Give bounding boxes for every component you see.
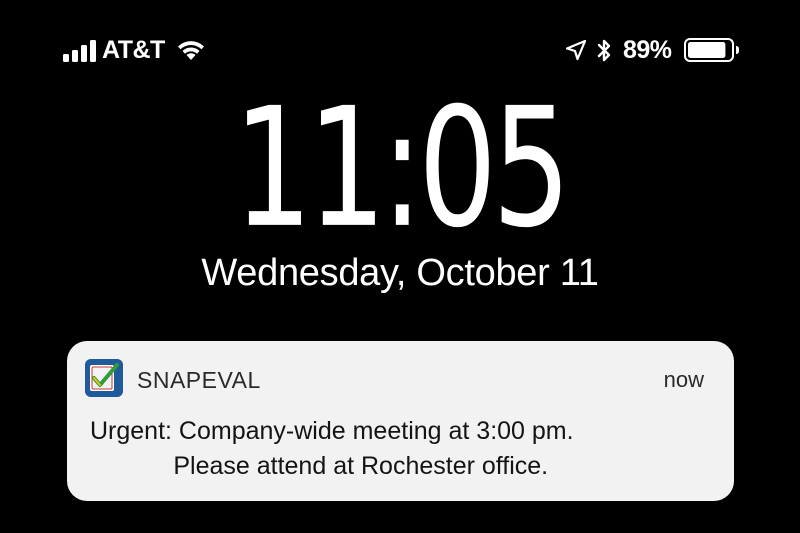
wifi-icon [178,41,204,60]
lock-screen-clock: 11:05 [0,71,800,265]
carrier-name: AT&T [102,36,165,64]
notification-body-line-1: Urgent: Company-wide meeting at 3:00 pm. [90,417,574,445]
notification-body-line-2: Please attend at Rochester office. [90,452,549,480]
notification-body: Urgent: Company-wide meeting at 3:00 pm.… [90,414,574,484]
bluetooth-icon [597,39,611,62]
snapeval-checkmark-icon [85,359,123,397]
signal-icon [63,40,96,62]
battery-icon [684,38,739,62]
battery-percentage: 89% [623,36,672,64]
lock-screen-date: Wednesday, October 11 [201,252,599,294]
notification-app-name: SNAPEVAL [137,367,261,393]
location-arrow-icon [566,40,586,60]
notification-banner[interactable]: SNAPEVAL now Urgent: Company-wide meetin… [67,341,734,501]
clock-time: 11:05 [233,71,571,265]
notification-time: now [663,367,704,392]
